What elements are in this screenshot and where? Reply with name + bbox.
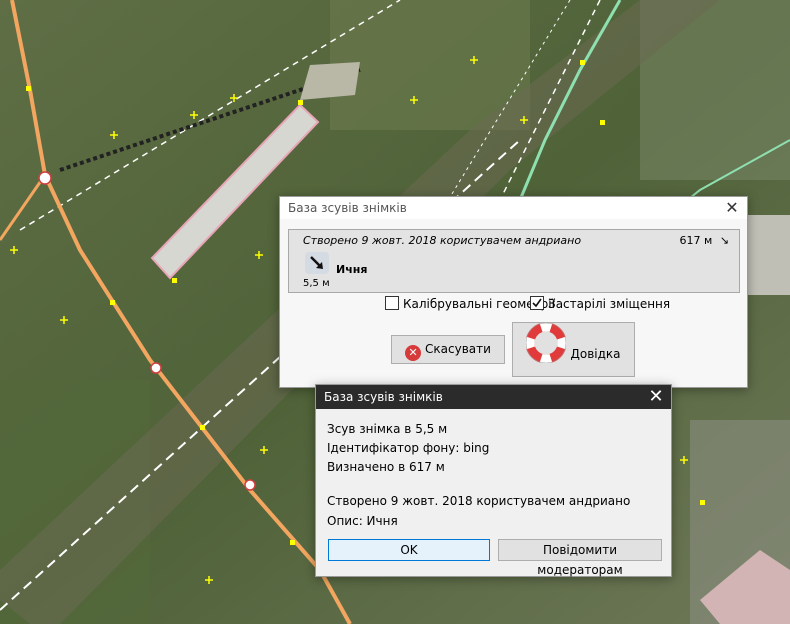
- entry-created: Створено 9 жовт. 2018 користувачем андри…: [303, 234, 582, 247]
- entry-offset: 5,5 м: [303, 278, 330, 289]
- building: [745, 215, 790, 295]
- lifebuoy-icon: [525, 322, 567, 386]
- info-titlebar[interactable]: База зсувів знімків ✕: [316, 385, 671, 409]
- deprecated-checkbox[interactable]: Застарілі зміщення: [530, 296, 670, 311]
- info-created: Створено 9 жовт. 2018 користувачем андри…: [327, 494, 631, 508]
- info-offset: Зсув знімка в 5,5 м: [327, 422, 448, 436]
- info-background-id: Ідентифікатор фону: bing: [327, 441, 490, 455]
- offset-info-dialog: База зсувів знімків ✕ Зсув знімка в 5,5 …: [315, 384, 672, 577]
- entry-distance: 617 м →: [679, 232, 733, 249]
- ok-button[interactable]: OK: [328, 539, 490, 561]
- close-icon[interactable]: ✕: [717, 197, 747, 219]
- cancel-button[interactable]: ✕ Скасувати: [391, 335, 505, 364]
- info-determined: Визначено в 617 м: [327, 460, 445, 474]
- info-title: База зсувів знімків: [324, 390, 443, 404]
- checkbox-box[interactable]: [385, 296, 399, 310]
- entry-name: Ичня: [336, 263, 368, 276]
- help-button[interactable]: Довідка: [512, 322, 635, 377]
- offset-entry[interactable]: Створено 9 жовт. 2018 користувачем андри…: [288, 229, 740, 293]
- dialog-titlebar[interactable]: База зсувів знімків ✕: [280, 197, 747, 219]
- checkbox-box-checked[interactable]: [530, 296, 544, 310]
- offset-arrow-icon: [305, 252, 329, 274]
- dialog-title: База зсувів знімків: [288, 201, 407, 215]
- cancel-icon: ✕: [405, 345, 422, 361]
- report-moderators-button[interactable]: Повідомити модераторам: [498, 539, 662, 577]
- close-icon[interactable]: ✕: [641, 385, 671, 409]
- imagery-offset-dialog: База зсувів знімків ✕ Створено 9 жовт. 2…: [279, 196, 748, 388]
- info-description: Опис: Ичня: [327, 514, 398, 528]
- direction-arrow-icon: →: [716, 232, 733, 249]
- deprecated-label: Застарілі зміщення: [548, 297, 671, 311]
